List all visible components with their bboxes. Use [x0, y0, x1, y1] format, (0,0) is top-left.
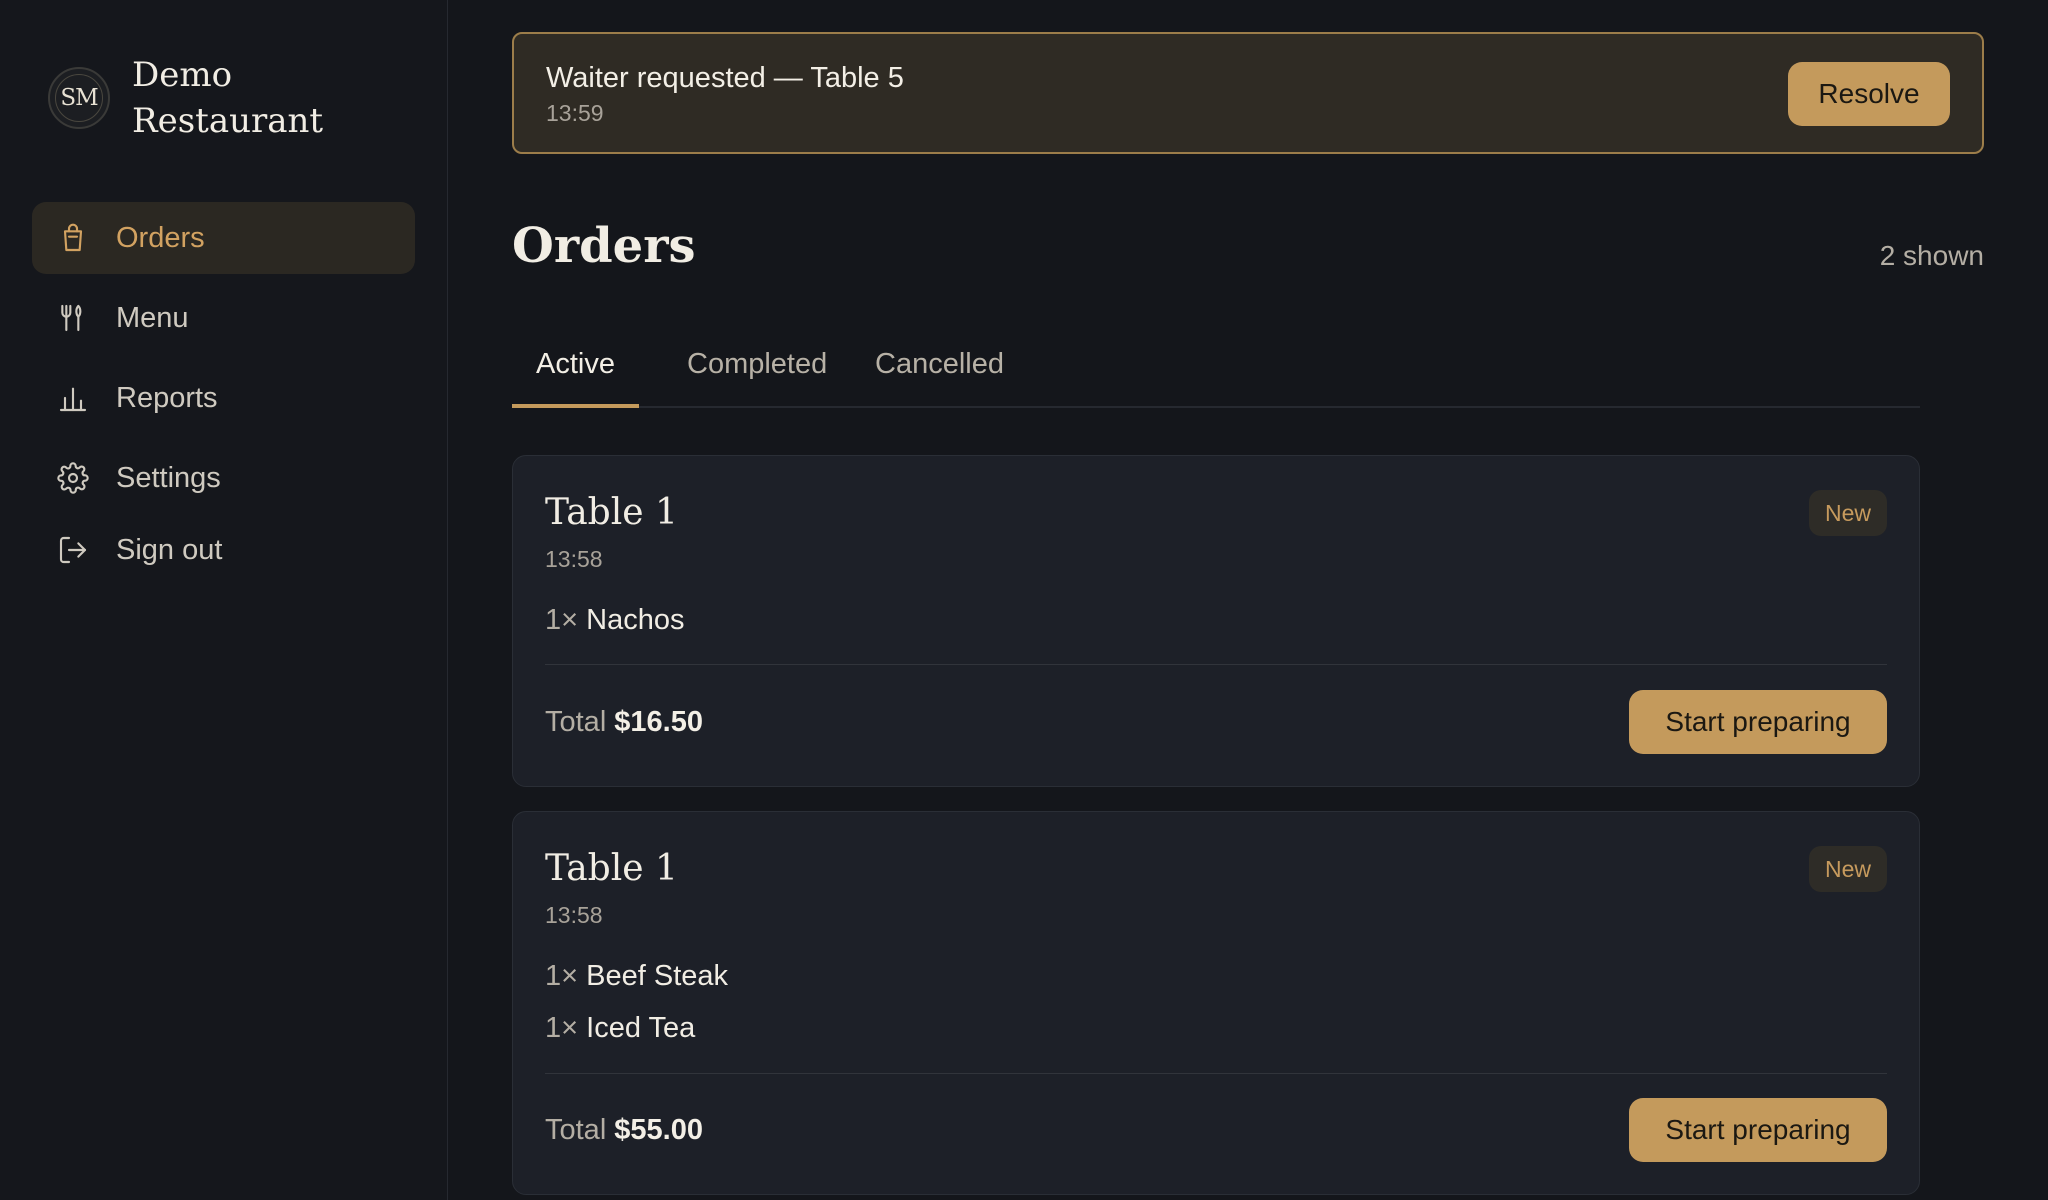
alert-title: Waiter requested — Table 5 [546, 62, 904, 94]
sidebar-item-menu[interactable]: Menu [32, 282, 415, 354]
order-items: 1× Beef Steak 1× Iced Tea [545, 958, 728, 1062]
item-quantity: 1× [545, 960, 579, 992]
order-item: 1× Iced Tea [545, 1010, 728, 1062]
order-status-tabs: Active Completed Cancelled [512, 336, 1920, 408]
total-label: Total [545, 1114, 607, 1146]
divider [545, 664, 1887, 665]
sidebar-item-sign-out[interactable]: Sign out [32, 514, 415, 586]
order-total: Total $16.50 [545, 706, 703, 739]
start-preparing-button[interactable]: Start preparing [1629, 690, 1887, 754]
sidebar-item-label: Orders [116, 221, 205, 254]
order-card: Table 1 13:58 New 1× Nachos Total $16.50 … [512, 455, 1920, 787]
status-badge: New [1808, 846, 1887, 892]
order-time: 13:58 [545, 546, 603, 572]
sidebar-nav: Orders Menu Reports Settings Sign out [32, 202, 415, 594]
gear-icon [56, 461, 90, 495]
alert-time: 13:59 [546, 100, 604, 126]
main-content: Waiter requested — Table 5 13:59 Resolve… [512, 0, 1984, 1200]
item-name: Iced Tea [586, 1012, 696, 1044]
sidebar-item-orders[interactable]: Orders [32, 202, 415, 274]
restaurant-logo: SM [48, 67, 110, 129]
sidebar-item-settings[interactable]: Settings [32, 442, 415, 514]
utensils-icon [56, 301, 90, 335]
shopping-bag-icon [56, 221, 90, 255]
sidebar-item-label: Sign out [116, 533, 223, 566]
sidebar-item-label: Settings [116, 461, 221, 494]
item-name: Nachos [586, 604, 685, 636]
resolve-button[interactable]: Resolve [1788, 62, 1950, 126]
order-items: 1× Nachos [545, 602, 684, 654]
sidebar: SM Demo Restaurant Orders Menu Reports S… [0, 0, 448, 1200]
order-total: Total $55.00 [545, 1114, 703, 1147]
total-label: Total [545, 706, 607, 738]
item-name: Beef Steak [586, 960, 729, 992]
order-time: 13:58 [545, 902, 603, 928]
start-preparing-button[interactable]: Start preparing [1629, 1098, 1887, 1162]
logo-text: SM [60, 85, 98, 111]
restaurant-name: Demo Restaurant [132, 55, 324, 141]
status-badge: New [1808, 490, 1887, 536]
total-amount: $55.00 [614, 1114, 703, 1146]
brand: SM Demo Restaurant [48, 52, 352, 144]
item-quantity: 1× [545, 604, 579, 636]
waiter-request-alert: Waiter requested — Table 5 13:59 Resolve [512, 32, 1984, 154]
order-table: Table 1 [545, 492, 678, 533]
order-table: Table 1 [545, 848, 678, 889]
tab-active[interactable]: Active [512, 348, 639, 408]
sidebar-item-reports[interactable]: Reports [32, 362, 415, 434]
orders-count: 2 shown [1879, 240, 1984, 271]
order-item: 1× Beef Steak [545, 958, 728, 1010]
total-amount: $16.50 [614, 706, 703, 738]
page-title: Orders [512, 218, 696, 274]
bar-chart-icon [56, 381, 90, 415]
sidebar-item-label: Reports [116, 381, 218, 414]
order-card: Table 1 13:58 New 1× Beef Steak 1× Iced … [512, 811, 1920, 1195]
tab-cancelled[interactable]: Cancelled [851, 348, 1028, 408]
sign-out-icon [56, 533, 90, 567]
divider [545, 1073, 1887, 1074]
order-item: 1× Nachos [545, 602, 684, 654]
item-quantity: 1× [545, 1012, 579, 1044]
tab-completed[interactable]: Completed [663, 348, 851, 408]
sidebar-item-label: Menu [116, 301, 189, 334]
